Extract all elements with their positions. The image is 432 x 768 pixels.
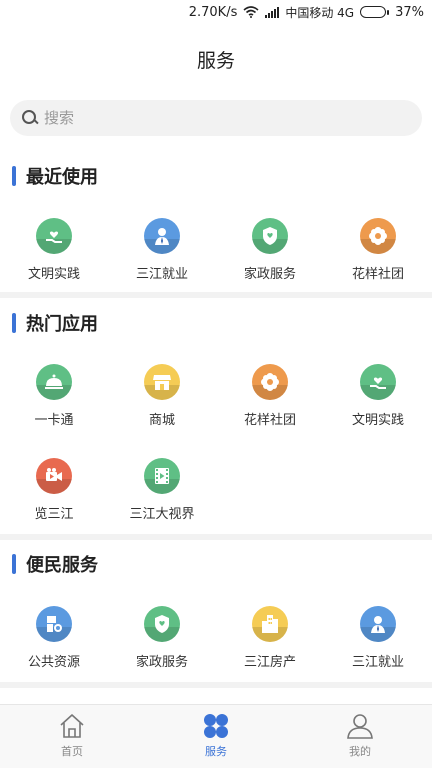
app-tile-label: 家政服务: [243, 267, 296, 282]
app-tile-label: 花样社团: [351, 267, 404, 282]
network-speed: 2.70K/s: [188, 4, 238, 20]
app-tile[interactable]: 览三江: [0, 446, 108, 540]
app-grid: 一卡通 商城 花样社团 文明实践览三江 三江大视界: [0, 352, 432, 540]
app-tile-label: 览三江: [34, 507, 74, 522]
app-tile[interactable]: 三江房产: [216, 594, 324, 688]
hand-heart-icon: [36, 218, 72, 254]
carrier-label: 中国移动 4G: [285, 5, 355, 20]
app-tile-label: 文明实践: [351, 413, 404, 428]
shop-icon: [144, 364, 180, 400]
section-header: 热门应用: [0, 311, 432, 335]
section-convenience: 便民服务 公共资源 家政服务 三江房产 三江就业: [0, 552, 432, 688]
section-divider: [0, 534, 432, 540]
section-header: 最近使用: [0, 164, 432, 188]
wifi-icon: [243, 6, 259, 18]
section-divider: [0, 682, 432, 688]
section-title: 便民服务: [26, 555, 98, 576]
grid-icon: [204, 714, 228, 738]
section-accent-bar: [12, 166, 16, 186]
buildings-icon: [252, 606, 288, 642]
person-tie-icon: [360, 606, 396, 642]
page-title: 服务: [196, 50, 235, 72]
section-title: 热门应用: [26, 314, 98, 335]
tab-service[interactable]: 服务: [144, 705, 288, 768]
app-tile-label: 花样社团: [243, 413, 296, 428]
app-tile[interactable]: 花样社团: [324, 206, 432, 300]
home-icon: [60, 714, 84, 738]
app-tile-label: 商城: [148, 413, 175, 428]
battery-icon: [360, 6, 390, 18]
app-grid: 文明实践 三江就业 家政服务 花样社团: [0, 206, 432, 300]
search-bar[interactable]: [10, 100, 422, 136]
app-tile-label: 文明实践: [27, 267, 80, 282]
app-tile[interactable]: 三江就业: [324, 594, 432, 688]
status-bar: 2.70K/s 中国移动 4G 37%: [0, 0, 432, 24]
section-accent-bar: [12, 313, 16, 333]
section-header: 便民服务: [0, 552, 432, 576]
search-input[interactable]: [44, 109, 384, 127]
bottom-tab-bar: 首页 服务 我的: [0, 704, 432, 768]
app-tile[interactable]: 家政服务: [108, 594, 216, 688]
app-tile[interactable]: 一卡通: [0, 352, 108, 446]
tab-mine[interactable]: 我的: [288, 705, 432, 768]
video-camera-icon: [36, 458, 72, 494]
person-tie-icon: [144, 218, 180, 254]
section-popular: 热门应用 一卡通 商城 花样社团 文明实践览三江 三江大视界: [0, 311, 432, 540]
app-tile[interactable]: 公共资源: [0, 594, 108, 688]
search-icon: [22, 110, 38, 126]
flower-icon: [252, 364, 288, 400]
tab-label: 服务: [205, 745, 227, 758]
app-tile[interactable]: 商城: [108, 352, 216, 446]
app-tile-label: 家政服务: [135, 655, 188, 670]
section-divider: [0, 292, 432, 298]
app-tile-label: 三江房产: [243, 655, 296, 670]
app-tile[interactable]: 花样社团: [216, 352, 324, 446]
heart-shield-icon: [252, 218, 288, 254]
hand-heart-icon: [360, 364, 396, 400]
app-tile-label: 公共资源: [27, 655, 80, 670]
tab-home[interactable]: 首页: [0, 705, 144, 768]
section-accent-bar: [12, 554, 16, 574]
app-tile-label: 三江就业: [351, 655, 404, 670]
flower-icon: [360, 218, 396, 254]
tab-label: 我的: [349, 745, 371, 758]
app-tile[interactable]: 家政服务: [216, 206, 324, 300]
signal-icon: [265, 6, 280, 18]
app-tile-label: 一卡通: [34, 413, 74, 428]
user-icon: [347, 714, 373, 739]
cloche-icon: [36, 364, 72, 400]
heart-shield-icon: [144, 606, 180, 642]
app-grid: 公共资源 家政服务 三江房产 三江就业: [0, 594, 432, 688]
tab-label: 首页: [61, 745, 83, 758]
app-tile-label: 三江大视界: [129, 507, 195, 522]
section-title: 最近使用: [26, 167, 98, 188]
app-tile[interactable]: 文明实践: [0, 206, 108, 300]
app-tile[interactable]: 文明实践: [324, 352, 432, 446]
app-tile-label: 三江就业: [135, 267, 188, 282]
app-tile[interactable]: 三江就业: [108, 206, 216, 300]
battery-percent: 37%: [395, 4, 424, 20]
film-icon: [144, 458, 180, 494]
app-tile[interactable]: 三江大视界: [108, 446, 216, 540]
resource-icon: [36, 606, 72, 642]
section-recent: 最近使用 文明实践 三江就业 家政服务 花样社团: [0, 164, 432, 300]
